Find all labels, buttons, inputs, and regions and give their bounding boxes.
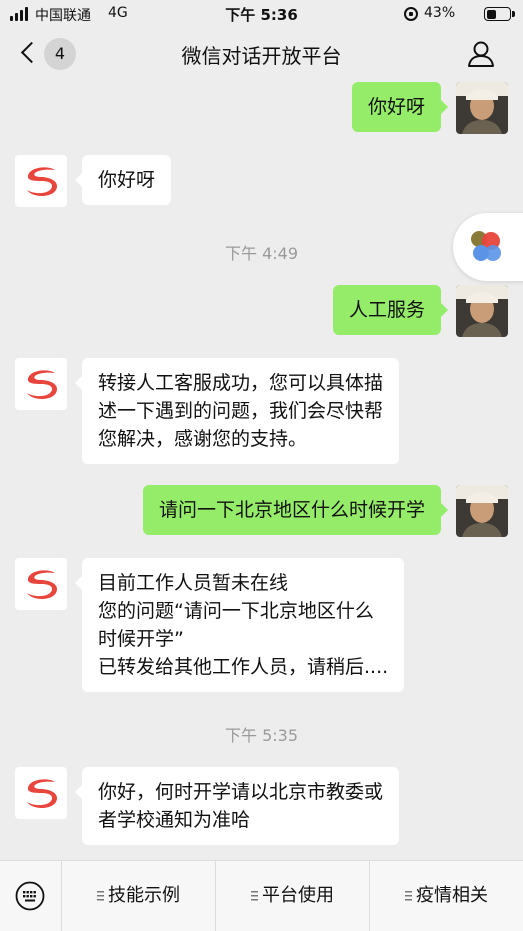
user-avatar[interactable]: [456, 285, 508, 337]
bot-avatar[interactable]: [15, 767, 67, 819]
floating-widget-button[interactable]: [453, 213, 523, 281]
keyboard-toggle-button[interactable]: [0, 861, 60, 931]
menu-lines-icon: [405, 891, 412, 901]
message-bubble[interactable]: 你好呀: [351, 82, 449, 132]
menu-platform-usage[interactable]: 平台使用: [215, 861, 369, 931]
message-bubble[interactable]: 目前工作人员暂未在线 您的问题“请问一下北京地区什么 时候开学” 已转发给其他工…: [74, 558, 405, 692]
person-icon: [468, 41, 494, 67]
menu-lines-icon: [251, 891, 258, 901]
orientation-lock-icon: [404, 7, 418, 21]
message-bubble[interactable]: 请问一下北京地区什么时候开学: [142, 485, 449, 535]
colored-circles-icon: [471, 231, 501, 261]
user-avatar[interactable]: [456, 485, 508, 537]
user-portrait-image: [456, 485, 508, 537]
menu-epidemic-related[interactable]: 疫情相关: [369, 861, 523, 931]
bot-logo-icon: [27, 570, 57, 599]
bottom-menu-bar: 技能示例 平台使用 疫情相关: [0, 860, 523, 931]
message-bubble[interactable]: 人工服务: [332, 285, 449, 335]
bot-avatar[interactable]: [15, 558, 67, 610]
bot-logo-icon: [27, 779, 57, 808]
chat-title: 微信对话开放平台: [181, 44, 342, 68]
menu-item-label: 平台使用: [262, 885, 334, 906]
bot-avatar[interactable]: [15, 358, 67, 410]
message-timestamp: 下午 5:35: [224, 726, 299, 745]
message-bubble[interactable]: 你好，何时开学请以北京市教委或 者学校通知为准哈: [74, 767, 400, 845]
battery-percent: 43%: [424, 5, 456, 21]
menu-item-label: 疫情相关: [416, 885, 488, 906]
menu-skill-examples[interactable]: 技能示例: [61, 861, 215, 931]
user-portrait-image: [456, 82, 508, 134]
menu-item-label: 技能示例: [108, 885, 180, 906]
bot-logo-icon: [27, 167, 57, 196]
user-avatar[interactable]: [456, 82, 508, 134]
bot-avatar[interactable]: [15, 155, 67, 207]
keyboard-icon: [15, 881, 45, 911]
message-bubble[interactable]: 你好呀: [74, 155, 172, 205]
battery-icon: [484, 7, 515, 21]
menu-lines-icon: [97, 891, 104, 901]
user-portrait-image: [456, 285, 508, 337]
bot-logo-icon: [27, 370, 57, 399]
status-bar: 中国联通 4G 下午 5:36 43%: [0, 0, 523, 28]
battery-level: [486, 9, 496, 19]
message-timestamp: 下午 4:49: [224, 244, 299, 263]
navigation-bar: 4 微信对话开放平台: [0, 28, 523, 80]
message-bubble[interactable]: 转接人工客服成功，您可以具体描 述一下遇到的问题，我们会尽快帮 您解决，感谢您的…: [74, 358, 400, 464]
profile-button[interactable]: [466, 40, 496, 68]
